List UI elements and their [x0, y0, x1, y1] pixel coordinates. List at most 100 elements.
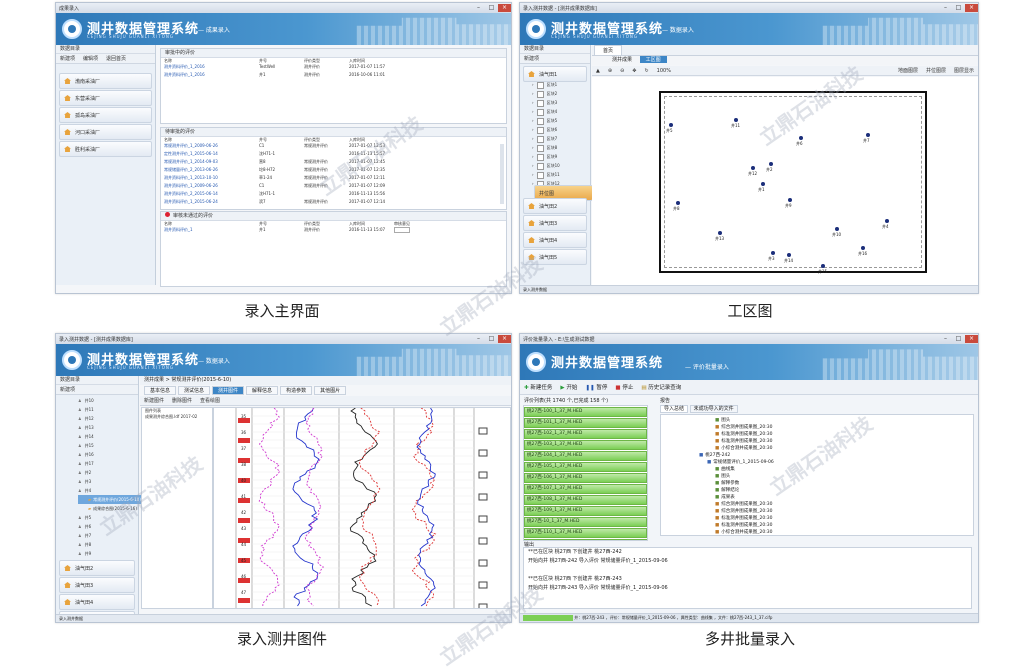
- list-item[interactable]: 桃27西-111_1_37_M.HED: [524, 539, 647, 540]
- expand-icon[interactable]: ›: [532, 100, 534, 105]
- well-point[interactable]: [799, 136, 803, 140]
- checkbox[interactable]: [536, 117, 544, 125]
- tree-item[interactable]: ♟ 井13: [78, 423, 141, 432]
- stop-button[interactable]: ■ 停止: [615, 383, 633, 391]
- report-tree-item[interactable]: ■ 图头: [661, 417, 973, 424]
- report-tree-item[interactable]: ■ 曲线集: [661, 466, 973, 473]
- checkbox[interactable]: [536, 126, 544, 134]
- report-tree-item[interactable]: ■ 常规储量评价_1_2015-09-06: [661, 459, 973, 466]
- tree-item[interactable]: › 区块7: [532, 134, 560, 143]
- tree-item[interactable]: › 区块9: [532, 152, 560, 161]
- table-row[interactable]: 定性测井评价_1_2015-06-14 沈H71-1 2016-11-13 15:5…: [161, 151, 506, 159]
- zoom-out-icon[interactable]: ⊖: [620, 68, 624, 74]
- table-row[interactable]: 测井资料评价_1_2016 TestWell 测井评价 2017-01-07 11:5…: [161, 64, 506, 72]
- start-button[interactable]: ▶ 开始: [560, 383, 577, 391]
- list-item[interactable]: 桃27西-10_1_37_M.HED: [524, 517, 647, 527]
- tree-item[interactable]: ♟ 井3: [78, 477, 141, 486]
- checkbox[interactable]: [536, 144, 544, 152]
- expand-icon[interactable]: ›: [532, 145, 534, 150]
- comment-input[interactable]: [394, 227, 410, 233]
- report-tree-item[interactable]: ■ 解释结论: [661, 487, 973, 494]
- close-button[interactable]: ×: [965, 4, 978, 12]
- list-item[interactable]: 桃27西-103_1_37_M.HED: [524, 440, 647, 450]
- list-item[interactable]: 桃27西-106_1_37_M.HED: [524, 473, 647, 483]
- close-button[interactable]: ×: [498, 4, 511, 12]
- nav-item[interactable]: 油气田4: [523, 232, 587, 248]
- checkbox[interactable]: [536, 108, 544, 116]
- nav-item-4[interactable]: 胜利采油厂: [59, 141, 152, 157]
- well-point[interactable]: [787, 253, 791, 257]
- tree-item[interactable]: ♟ 井5: [78, 513, 141, 522]
- maximize-button[interactable]: □: [485, 335, 498, 343]
- well-point[interactable]: [676, 201, 680, 205]
- tree-item[interactable]: › 区块1: [532, 80, 560, 89]
- new-item-button[interactable]: 新建项: [60, 386, 75, 393]
- well-point[interactable]: [718, 231, 722, 235]
- well-point[interactable]: [669, 123, 673, 127]
- layer-button-ground[interactable]: 地面图层: [898, 67, 918, 74]
- refresh-icon[interactable]: ↻: [644, 68, 648, 74]
- well-point[interactable]: [734, 118, 738, 122]
- history-button[interactable]: ▤ 历史记录查询: [641, 383, 681, 391]
- tree-item[interactable]: ♟ 井14: [78, 432, 141, 441]
- expand-icon[interactable]: ›: [532, 109, 534, 114]
- back-home-button[interactable]: 退回首页: [106, 55, 126, 62]
- tree-item[interactable]: ♟ 井4: [78, 486, 141, 495]
- nav-item-2[interactable]: 孤岛采油厂: [59, 107, 152, 123]
- layer-button-display[interactable]: 图层显示: [954, 67, 974, 74]
- table-row[interactable]: 测井资料评价_1_2009-06-26 C1 常规测井评价 2017-01-07 12…: [161, 183, 506, 191]
- expand-icon[interactable]: ›: [532, 163, 534, 168]
- report-tree-item[interactable]: ■ 桃27西-242: [661, 452, 973, 459]
- checkbox[interactable]: [536, 135, 544, 143]
- report-tree-item[interactable]: ■ 成果表: [661, 494, 973, 501]
- list-item[interactable]: 桃27西-101_1_37_M.HED: [524, 418, 647, 428]
- checkbox[interactable]: [536, 171, 544, 179]
- tab-0[interactable]: 基本信息: [144, 386, 177, 395]
- tree-item[interactable]: ♟ 井16: [78, 450, 141, 459]
- nav-item-1[interactable]: 东营采油厂: [59, 90, 152, 106]
- well-point[interactable]: [866, 133, 870, 137]
- tree-item[interactable]: ♟ 井8: [78, 540, 141, 549]
- minimize-button[interactable]: –: [472, 4, 485, 12]
- maximize-button[interactable]: □: [952, 335, 965, 343]
- tree-item[interactable]: › 区块4: [532, 107, 560, 116]
- list-item[interactable]: 桃27西-108_1_37_M.HED: [524, 495, 647, 505]
- tree-item[interactable]: ♟ 井6: [78, 522, 141, 531]
- expand-icon[interactable]: ›: [532, 91, 534, 96]
- tree-item[interactable]: › 区块11: [532, 170, 560, 179]
- table-row[interactable]: 常规测井评价_1_2009-06-26 C1 常规测井评价 2017-01-07 12…: [161, 143, 506, 151]
- expand-icon[interactable]: ›: [532, 118, 534, 123]
- tab-results[interactable]: 测井成果: [606, 56, 638, 63]
- new-item-button[interactable]: 新建项: [60, 55, 75, 62]
- list-item[interactable]: 桃27西-107_1_37_M.HED: [524, 484, 647, 494]
- zoom-level[interactable]: 100%: [657, 68, 671, 74]
- table-row[interactable]: 常规储量评价_2_2013-06-26 坨8-H72 常规测井评价 2017-01-0…: [161, 167, 506, 175]
- report-tree-item[interactable]: ■ 综合测井图成果图_20:30: [661, 508, 973, 515]
- tree-item[interactable]: ♟ 井11: [78, 405, 141, 414]
- list-item[interactable]: 桃27西-104_1_37_M.HED: [524, 451, 647, 461]
- table-row[interactable]: 测井资料评价_1 井1 测井评价 2016-11-13 15:07: [161, 227, 506, 235]
- nav-item-3[interactable]: 河口采油厂: [59, 124, 152, 140]
- table-row[interactable]: 常规测井评价_1_2014-09-03 营8 常规测井评价 2017-01-07 12…: [161, 159, 506, 167]
- tab-4[interactable]: 构造参数: [280, 386, 313, 395]
- expand-icon[interactable]: ›: [532, 154, 534, 159]
- layer-button-wells[interactable]: 井位图层: [926, 67, 946, 74]
- well-point[interactable]: [761, 182, 765, 186]
- maximize-button[interactable]: □: [485, 4, 498, 12]
- view-drawing-button[interactable]: 查看绘图: [200, 397, 220, 404]
- map-canvas[interactable]: 井5 井11 井6 井7 井12 井2 井1 井9 井8 井4 井13 井10 井16 井3 井14 井15: [592, 77, 978, 285]
- expand-icon[interactable]: ›: [532, 136, 534, 141]
- list-item[interactable]: 桃27西-109_1_37_M.HED: [524, 506, 647, 516]
- tree-item[interactable]: ♟ 井2: [78, 468, 141, 477]
- report-tree-item[interactable]: ■ 图头: [661, 473, 973, 480]
- report-tree-item[interactable]: ■ 综合测井图成果图_20:30: [661, 501, 973, 508]
- report-tree-item[interactable]: ■ 标准测井图成果图_20:30: [661, 431, 973, 438]
- zoom-in-icon[interactable]: ⊕: [608, 68, 612, 74]
- new-item-button[interactable]: 新建项: [524, 55, 539, 62]
- list-item[interactable]: 桃27西-110_1_37_M.HED: [524, 528, 647, 538]
- tree-item[interactable]: › 区块8: [532, 143, 560, 152]
- edit-item-button[interactable]: 编辑项: [83, 55, 98, 62]
- minimize-button[interactable]: –: [939, 4, 952, 12]
- tree-item[interactable]: › 区块3: [532, 98, 560, 107]
- well-point[interactable]: [771, 251, 775, 255]
